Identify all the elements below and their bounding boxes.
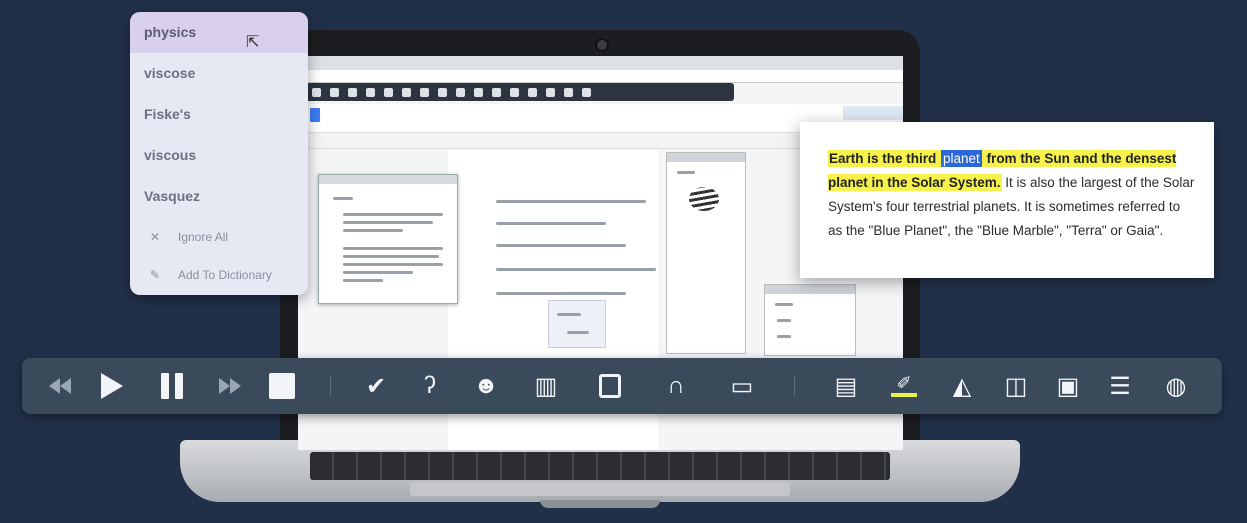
check-circle-icon: ✔ [365,372,387,400]
ignore-all-button[interactable]: ✕ Ignore All [130,217,308,257]
pencil-icon: ✎ [150,268,161,282]
suggestion-item[interactable]: viscose [130,53,308,94]
audio-maker-button[interactable]: ◍ [1156,358,1196,414]
rewind-icon [49,378,71,394]
rewind-button[interactable] [40,358,80,414]
suggestion-item[interactable]: Vasquez [130,176,308,217]
laptop-base-lip [540,500,660,508]
suggestion-item[interactable]: physics [130,12,308,53]
play-button[interactable] [92,358,132,414]
eraser-icon: ◭ [952,372,972,400]
mouse-cursor-icon: ⇱ [246,34,260,51]
book-icon: ▥ [534,372,558,400]
headphones-icon: ∩ [667,372,685,399]
speech-maker-button[interactable]: ☻ [466,358,506,414]
spell-check-button[interactable]: ✔ [356,358,396,414]
list-button[interactable]: ☰ [1100,358,1140,414]
ear-icon: ʔ [424,372,436,399]
pause-icon [161,373,183,399]
fast-forward-button[interactable] [210,358,250,414]
highlighter-button[interactable]: ✐ [884,358,924,414]
close-icon: ✕ [150,230,161,244]
suggestion-item[interactable]: Fiske's [130,94,308,135]
ignore-all-label: Ignore All [178,230,229,244]
doc-file-icon [310,108,320,122]
translate-icon: ◫ [1004,372,1028,400]
select-cursor-icon [599,374,621,398]
laptop-touchpad [410,482,790,496]
mini-definition-panel [318,174,458,304]
add-to-dictionary-button[interactable]: ✎ Add To Dictionary [130,255,308,295]
dictionary-button[interactable]: ▥ [526,358,566,414]
stop-icon [269,373,295,399]
talking-head-icon: ☻ [473,372,499,399]
stop-button[interactable] [262,358,302,414]
suggestion-item[interactable]: viscous [130,135,308,176]
mini-reading-toolbar [304,83,734,101]
selected-word[interactable]: planet [941,150,982,167]
document-button[interactable]: ▤ [826,358,866,414]
speaker-icon: ◍ [1165,372,1187,400]
translate-button[interactable]: ◫ [996,358,1036,414]
play-icon [101,373,123,399]
mini-translator-panel [764,284,856,356]
audio-button[interactable]: ∩ [656,358,696,414]
text-popup-card: Earth is the third planet from the Sun a… [800,122,1214,278]
clear-highlight-button[interactable]: ◭ [942,358,982,414]
spellcheck-menu: physics viscose Fiske's viscous Vasquez … [130,12,308,295]
webcam-icon [595,38,609,52]
toolbar-divider [794,375,795,397]
monitor-icon: ▭ [730,372,754,400]
list-icon: ☰ [1109,372,1131,400]
hearing-button[interactable]: ʔ [410,358,450,414]
highlighter-icon: ✐ [891,374,917,397]
video-button[interactable]: ▣ [1048,358,1088,414]
toolbar-divider [330,375,331,397]
fast-forward-icon [219,378,241,394]
add-to-dictionary-label: Add To Dictionary [178,268,272,282]
browser-address-bar [298,70,903,83]
mini-spell-popup [548,300,606,348]
pause-button[interactable] [152,358,192,414]
reading-toolbar: ✔ ʔ ☻ ▥ ∩ ▭ ▤ ✐ ◭ ◫ ▣ ☰ ◍ [22,358,1222,414]
video-icon: ▣ [1056,372,1080,400]
mini-picture-dictionary-panel [666,152,746,354]
text-passage: Earth is the third planet from the Sun a… [828,147,1198,243]
document-icon: ▤ [834,372,858,400]
screen-reader-button[interactable] [590,358,630,414]
laptop-keyboard [310,452,890,480]
browser-tab-bar [298,56,903,70]
doc-share-area [843,106,903,120]
screenshot-button[interactable]: ▭ [722,358,762,414]
highlighted-text: Earth is the third [828,150,942,167]
